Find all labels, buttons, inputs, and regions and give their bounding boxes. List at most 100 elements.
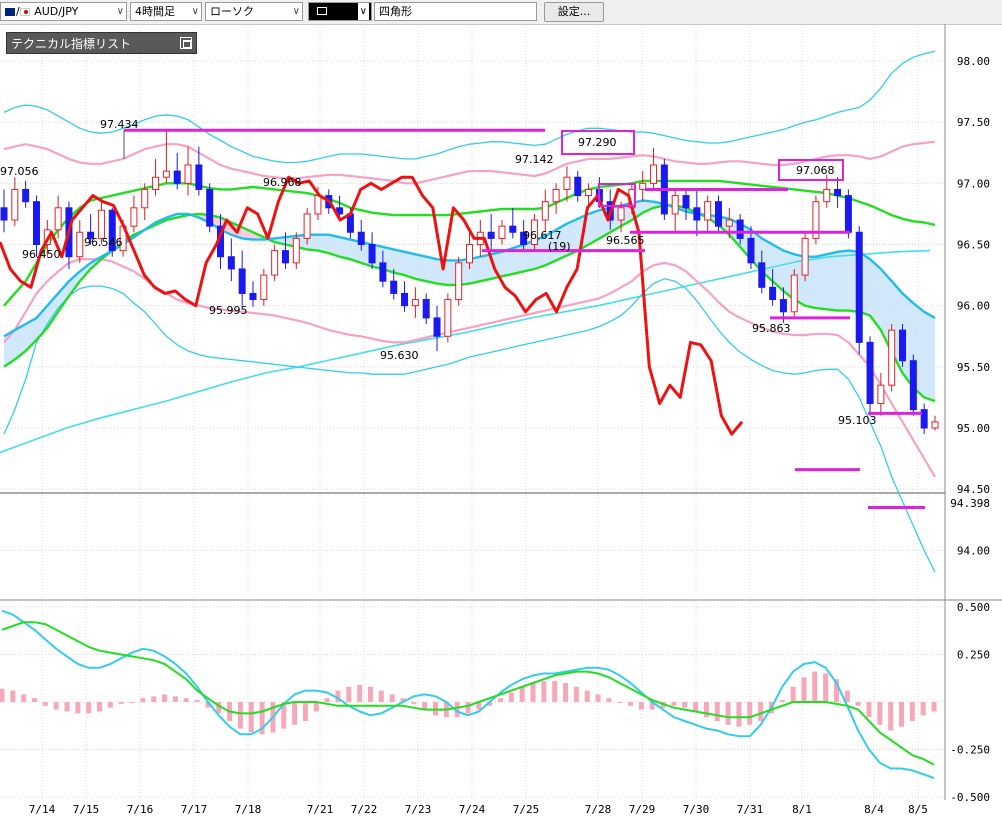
y-tick-label: 94.50 (957, 483, 990, 496)
oscillator-tick-label: -0.250 (950, 744, 990, 757)
x-tick-label: 7/16 (127, 803, 154, 816)
y-tick-label: 96.00 (957, 300, 990, 313)
candle-body (433, 317, 441, 337)
candle-body (639, 182, 647, 190)
candle-body (877, 384, 885, 405)
oscillator-histogram-bar (75, 702, 81, 714)
oscillator-histogram-bar (638, 702, 644, 710)
oscillator-histogram-bar (931, 702, 937, 712)
candle-body (455, 262, 463, 301)
candle-body (790, 274, 798, 313)
oscillator-histogram-bar (237, 702, 243, 729)
x-tick-label: 7/23 (405, 803, 432, 816)
candle-body (747, 237, 755, 264)
price-level-label: 97.434 (100, 118, 139, 131)
oscillator-histogram-bar (151, 696, 157, 702)
x-tick-label: 7/18 (235, 803, 262, 816)
bollinger-upper-1sigma-line (3, 140, 936, 185)
candle-body (130, 207, 138, 227)
candle-body (97, 209, 105, 239)
oscillator-histogram-bar (758, 702, 764, 721)
candle-body (888, 329, 896, 386)
ichimoku-cloud-segment (393, 249, 405, 276)
x-tick-label: 7/24 (459, 803, 486, 816)
oscillator-histogram-bar (898, 702, 904, 727)
ichimoku-cloud-segment (815, 254, 827, 310)
candle-body (206, 188, 214, 227)
price-level-label: 97.290 (578, 136, 617, 149)
candle-body (650, 164, 658, 184)
candle-body (682, 195, 690, 209)
price-level-label: 96.565 (606, 234, 645, 247)
candle-body (487, 231, 495, 239)
ichimoku-cloud-segment (826, 251, 838, 311)
oscillator-histogram-bar (194, 700, 200, 702)
candle-body (152, 176, 160, 190)
candle-body (779, 299, 787, 313)
candle-body (314, 195, 322, 215)
oscillator-tick-label: 0.250 (957, 649, 990, 662)
candle-body (671, 195, 679, 215)
oscillator-histogram-bar (313, 702, 319, 712)
candle-body (714, 201, 722, 227)
candle-body (357, 231, 365, 245)
ichimoku-cloud-segment (523, 240, 535, 272)
oscillator-histogram-bar (584, 690, 590, 702)
candle-body (238, 268, 246, 294)
price-level-label: 95.630 (380, 349, 419, 362)
y-tick-label: 97.00 (957, 177, 990, 190)
oscillator-histogram-bar (812, 671, 818, 702)
candle-body (855, 231, 863, 343)
x-tick-label: 7/28 (585, 803, 612, 816)
oscillator-histogram-bar (10, 690, 16, 702)
oscillator-histogram-bar (183, 698, 189, 702)
x-tick-label: 8/4 (864, 803, 884, 816)
oscillator-histogram-bar (346, 686, 352, 702)
oscillator-histogram-bar (0, 688, 5, 702)
candle-body (541, 201, 549, 221)
indicator-list-panel[interactable]: テクニカル指標リスト (6, 32, 197, 54)
oscillator-histogram-bar (172, 696, 178, 702)
oscillator-histogram-bar (628, 702, 634, 706)
candle-body (22, 188, 30, 203)
candle-body (411, 299, 419, 307)
oscillator-histogram-bar (747, 702, 753, 725)
oscillator-histogram-bar (302, 702, 308, 721)
y-tick-label: 97.50 (957, 116, 990, 129)
oscillator-histogram-bar (552, 681, 558, 702)
oscillator-histogram-bar (357, 684, 363, 702)
oscillator-histogram-bar (32, 698, 38, 702)
oscillator-histogram-bar (671, 702, 677, 706)
x-tick-label: 8/5 (908, 803, 928, 816)
oscillator-histogram-bar (541, 681, 547, 702)
oscillator-histogram-bar (107, 702, 113, 708)
price-chart: 7/14 7/15 7/16 7/17 7/18 7/21 7/22 7/23 7/24 7/25… (0, 24, 1002, 816)
oscillator-histogram-bar (573, 686, 579, 702)
candle-body (931, 421, 939, 429)
candle-body (823, 188, 831, 203)
oscillator-histogram-bar (725, 702, 731, 725)
oscillator-tick-label: -0.500 (950, 791, 990, 804)
oscillator-histogram-bar (378, 690, 384, 702)
candle-body (693, 207, 701, 221)
price-level-label: 97.142 (515, 153, 554, 166)
oscillator-histogram-bar (920, 702, 926, 716)
oscillator-histogram-bar (389, 694, 395, 702)
oscillator-histogram-bar (779, 700, 785, 702)
oscillator-histogram-bar (21, 694, 27, 702)
candle-body (758, 262, 766, 288)
y-tick-label: 95.50 (957, 361, 990, 374)
oscillator-histogram-bar (118, 702, 124, 704)
candle-body (552, 188, 560, 203)
candle-body (466, 244, 473, 264)
oscillator-histogram-bar (53, 702, 59, 710)
x-tick-label: 7/17 (181, 803, 208, 816)
count-annotation: (19) (548, 240, 571, 253)
candle-body (303, 213, 311, 239)
oscillator-histogram-bar (42, 702, 48, 706)
candle-body (801, 237, 809, 276)
candle-body (498, 225, 506, 239)
restore-icon[interactable] (180, 37, 192, 49)
candle-body (563, 176, 571, 190)
candle-body (920, 409, 928, 429)
